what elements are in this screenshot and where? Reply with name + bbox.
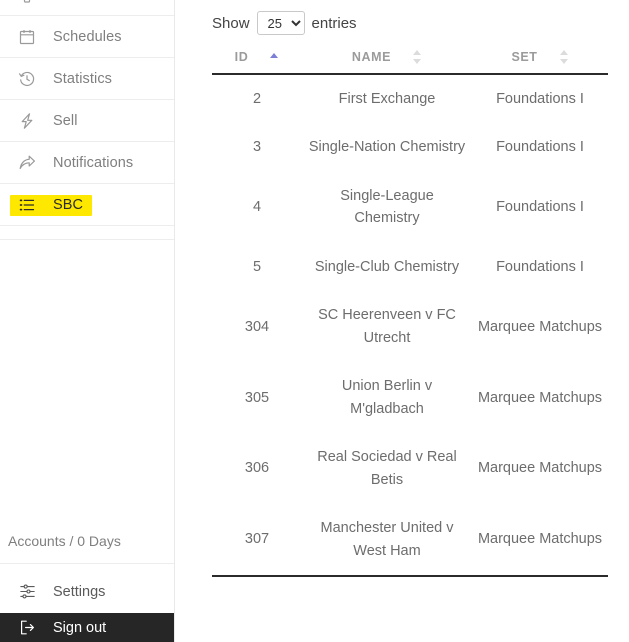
cell-set: Foundations I	[496, 91, 584, 107]
cell-name: Real Sociedad v Real Betis	[317, 449, 457, 488]
app-root: Proxies Schedules	[0, 0, 629, 642]
table-row[interactable]: 307 Manchester United v West Ham Marquee…	[212, 504, 608, 578]
table-row[interactable]: 4 Single-League Chemistry Foundations I	[212, 172, 608, 243]
sbc-table: ID NAME SET 2 First Exchange Foundations…	[212, 44, 608, 578]
sidebar-nav-list: Proxies Schedules	[0, 0, 174, 240]
history-clock-icon	[14, 66, 40, 92]
lightning-bolt-icon	[14, 108, 40, 134]
cell-name: Union Berlin v M'gladbach	[341, 378, 433, 417]
table-row[interactable]: 2 First Exchange Foundations I	[212, 74, 608, 123]
cell-name: First Exchange	[338, 91, 436, 107]
main-content: Show 10 25 50 100 entries ID	[175, 0, 629, 642]
entries-label: entries	[311, 14, 357, 32]
share-arrow-icon	[14, 150, 40, 176]
sidebar: Proxies Schedules	[0, 0, 175, 642]
table-row[interactable]: 5 Single-Club Chemistry Foundations I	[212, 243, 608, 291]
sort-ascending-icon[interactable]	[270, 50, 279, 64]
column-header-label: SET	[511, 50, 538, 64]
table-row[interactable]: 3 Single-Nation Chemistry Foundations I	[212, 123, 608, 171]
accounts-status-label: Accounts / 0 Days	[8, 532, 121, 549]
cell-id: 306	[244, 460, 270, 477]
column-header-id[interactable]: ID	[212, 44, 302, 75]
entries-length-control: Show 10 25 50 100 entries	[212, 11, 357, 35]
cell-set: Foundations I	[496, 139, 584, 156]
table-row[interactable]: 306 Real Sociedad v Real Betis Marquee M…	[212, 433, 608, 504]
column-header-label: NAME	[351, 50, 392, 64]
cell-id: 3	[252, 139, 262, 156]
cell-name: Single-Nation Chemistry	[308, 139, 466, 156]
sliders-icon	[14, 579, 40, 605]
table-head: ID NAME SET	[212, 44, 608, 75]
sidebar-item-settings[interactable]: Settings	[0, 570, 174, 613]
column-header-label: ID	[234, 50, 249, 64]
cell-name: Single-League Chemistry	[340, 187, 434, 227]
cell-id: 5	[252, 258, 262, 275]
sign-out-button[interactable]: Sign out	[0, 613, 174, 642]
cell-set: Marquee Matchups	[477, 460, 603, 477]
list-icon	[14, 192, 40, 218]
sort-toggle-icon[interactable]	[413, 50, 422, 64]
sidebar-item-label: SBC	[53, 196, 84, 213]
sidebar-item-label: Proxies	[53, 0, 102, 3]
sidebar-item-label: Sell	[53, 112, 78, 129]
cell-id: 304	[244, 318, 270, 335]
cell-set: Marquee Matchups	[472, 504, 608, 578]
entries-per-page-select[interactable]: 10 25 50 100	[256, 11, 305, 35]
sidebar-item-label: Settings	[53, 583, 106, 600]
calendar-icon	[14, 24, 40, 50]
cell-name: Single-Club Chemistry	[314, 258, 460, 275]
sidebar-item-label: Notifications	[53, 154, 134, 171]
sidebar-item-spacer	[0, 226, 174, 240]
sidebar-item-label: Schedules	[53, 28, 122, 45]
cell-id: 4	[252, 199, 262, 216]
sidebar-item-sell[interactable]: Sell	[0, 100, 174, 142]
cell-set: Foundations I	[496, 258, 584, 275]
table-header-row: ID NAME SET	[212, 44, 608, 75]
cell-name: SC Heerenveen v FC Utrecht	[318, 307, 456, 346]
cell-id: 307	[212, 504, 302, 578]
sidebar-item-sbc[interactable]: SBC	[0, 184, 174, 226]
sidebar-item-statistics[interactable]: Statistics	[0, 58, 174, 100]
sidebar-item-proxies[interactable]: Proxies	[0, 0, 174, 16]
sign-out-label: Sign out	[53, 619, 107, 636]
accounts-status: Accounts / 0 Days	[0, 518, 174, 564]
table-body: 2 First Exchange Foundations I 3 Single-…	[212, 74, 608, 578]
proxies-icon	[14, 0, 40, 8]
sidebar-item-label: Statistics	[53, 70, 113, 87]
column-header-name[interactable]: NAME	[302, 44, 472, 75]
cell-set: Marquee Matchups	[477, 389, 603, 406]
show-label: Show	[212, 14, 250, 32]
logout-icon	[14, 615, 40, 641]
table-row[interactable]: 304 SC Heerenveen v FC Utrecht Marquee M…	[212, 291, 608, 362]
table-row[interactable]: 305 Union Berlin v M'gladbach Marquee Ma…	[212, 362, 608, 433]
sidebar-item-schedules[interactable]: Schedules	[0, 16, 174, 58]
column-header-set[interactable]: SET	[472, 44, 608, 75]
cell-set: Foundations I	[496, 199, 584, 216]
cell-set: Marquee Matchups	[477, 318, 603, 335]
cell-id: 305	[244, 389, 270, 406]
sidebar-item-notifications[interactable]: Notifications	[0, 142, 174, 184]
cell-name: Manchester United v West Ham	[302, 504, 472, 578]
cell-id: 2	[252, 91, 262, 107]
sort-toggle-icon[interactable]	[559, 50, 569, 64]
